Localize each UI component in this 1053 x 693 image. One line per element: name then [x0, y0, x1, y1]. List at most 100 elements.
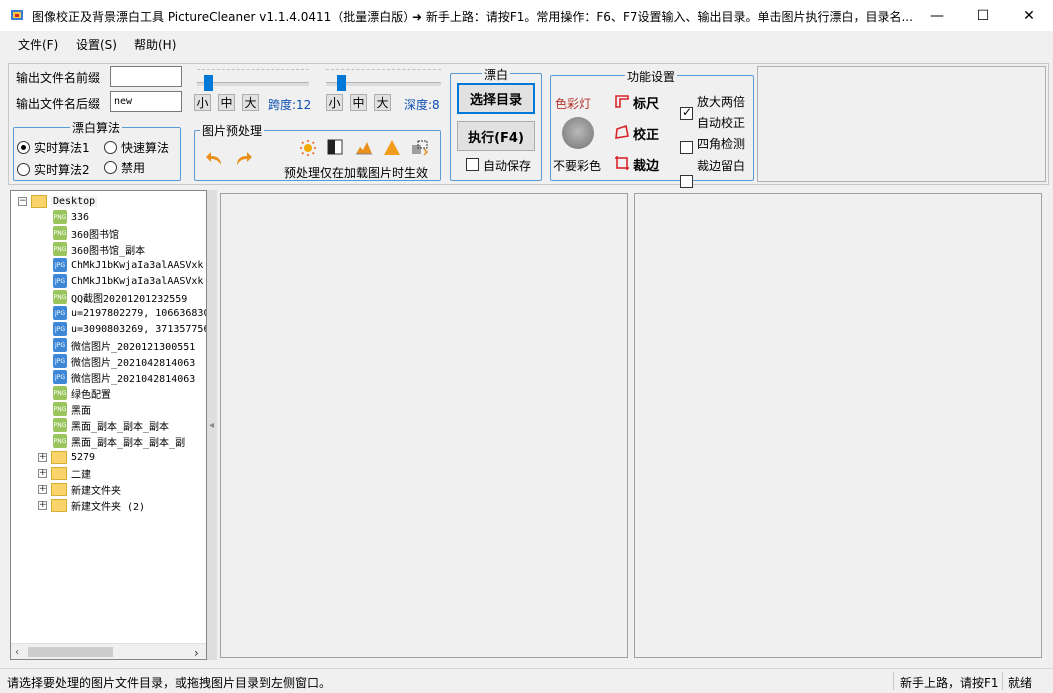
expand-icon[interactable]: + [38, 484, 47, 494]
functions-title: 功能设置 [625, 68, 678, 85]
tree-file-item[interactable]: JPG ChMkJ1bKwjaIa3alAASVxk [53, 273, 203, 289]
tree-file-item[interactable]: JPG u=3090803269, 371357756 [53, 321, 206, 337]
tree-folder-item[interactable]: + 二建 [38, 465, 91, 481]
radio-algo2-dot[interactable] [17, 163, 30, 176]
splitter-arrow-icon[interactable]: ◂ [209, 420, 214, 431]
tree-file-item[interactable]: PNG 336 [53, 209, 89, 225]
tree-file-item[interactable]: JPG 微信图片_2020121300551 [53, 337, 195, 353]
title-tip: ➜ 新手上路：请按F1。常用操作：F6、F7设置输入、输出目录。单击图片执行漂白… [412, 10, 913, 24]
span-small-button[interactable]: 小 [194, 94, 211, 111]
span-medium-button[interactable]: 中 [218, 94, 235, 111]
zoom-2x-checkbox[interactable] [680, 105, 693, 120]
result-image-panel[interactable] [634, 193, 1042, 658]
tree-file-item[interactable]: JPG 微信图片_2021042814063 [53, 353, 195, 369]
menu-settings[interactable]: 设置(S) [76, 36, 117, 53]
auto-correct-checkbox[interactable] [680, 141, 693, 154]
tree-file-item[interactable]: PNG QQ截图20201201232559 [53, 289, 187, 305]
expand-icon[interactable]: + [38, 468, 47, 478]
tree-horizontal-scrollbar[interactable]: ‹ › [11, 643, 206, 660]
radio-fast-label: 快速算法 [121, 141, 170, 155]
tree-file-item[interactable]: JPG u=2197802279, 106636830 [53, 305, 207, 321]
scroll-right-icon[interactable]: › [194, 646, 199, 660]
correct-label: 校正 [633, 128, 660, 143]
preprocess-title: 图片预处理 [200, 122, 265, 139]
span-slider-track[interactable] [197, 82, 309, 86]
tree-file-label: 黑面 [71, 405, 91, 417]
close-button[interactable]: ✕ [1006, 0, 1052, 31]
ruler-tool[interactable]: 标尺 [614, 93, 659, 112]
status-divider-2 [1002, 672, 1003, 690]
jpg-file-icon: JPG [53, 306, 67, 320]
tree-file-label: 360图书馆 [71, 229, 120, 241]
radio-fast[interactable]: 快速算法 [104, 139, 169, 156]
color-lamp-icon[interactable] [561, 116, 595, 153]
scroll-left-icon[interactable]: ‹ [15, 647, 19, 658]
expand-icon[interactable]: + [38, 452, 47, 462]
png-file-icon: PNG [53, 418, 67, 432]
tree-file-item[interactable]: PNG 360图书馆_副本 [53, 241, 145, 257]
tree-file-item[interactable]: PNG 黑面_副本_副本_副本 [53, 417, 169, 433]
contrast-icon[interactable] [327, 139, 343, 158]
depth-slider-thumb[interactable] [337, 75, 346, 91]
radio-algo2[interactable]: 实时算法2 [17, 161, 90, 178]
autosave-checkbox[interactable] [466, 158, 479, 171]
jpg-file-icon: JPG [53, 322, 67, 336]
depth-ticks [326, 69, 441, 72]
tree-root[interactable]: − Desktop [18, 193, 98, 209]
tree-folder-item[interactable]: + 新建文件夹 [38, 481, 121, 497]
depth-large-button[interactable]: 大 [374, 94, 391, 111]
tree-file-item[interactable]: PNG 360图书馆 [53, 225, 119, 241]
radio-disable[interactable]: 禁用 [104, 159, 145, 176]
correct-tool[interactable]: 校正 [614, 124, 659, 143]
menu-file[interactable]: 文件(F) [18, 36, 58, 53]
radio-fast-dot[interactable] [104, 141, 117, 154]
scroll-thumb[interactable] [28, 647, 113, 657]
tree-file-item[interactable]: PNG 绿色配置 [53, 385, 111, 401]
span-slider-thumb[interactable] [204, 75, 213, 91]
tree-file-label: 黑面_副本_副本_副本 [71, 421, 170, 433]
tree-folder-label: 新建文件夹 (2) [71, 501, 146, 513]
tree-file-label: ChMkJ1bKwjaIa3alAASVxk [71, 275, 204, 287]
tree-file-item[interactable]: JPG ChMkJ1bKwjaIa3alAASVxk [53, 257, 203, 273]
crop-margin-label: 裁边留白 [697, 159, 746, 173]
tree-file-label: QQ截图20201201232559 [71, 293, 188, 305]
folder-icon [31, 194, 47, 208]
bleach-title: 漂白 [482, 66, 511, 83]
sharpen-icon[interactable] [383, 139, 401, 159]
levels-icon[interactable] [355, 139, 373, 158]
collapse-icon[interactable]: − [18, 196, 27, 206]
prefix-input[interactable] [110, 66, 182, 87]
original-image-panel[interactable] [220, 193, 628, 658]
panel-splitter[interactable]: ◂ [207, 190, 217, 660]
radio-algo2-label: 实时算法2 [34, 163, 90, 177]
transform-icon[interactable] [411, 139, 429, 159]
depth-small-button[interactable]: 小 [326, 94, 343, 111]
span-large-button[interactable]: 大 [242, 94, 259, 111]
expand-icon[interactable]: + [38, 500, 47, 510]
tree-folder-item[interactable]: + 新建文件夹 (2) [38, 497, 145, 513]
tree-file-item[interactable]: PNG 黑面_副本_副本_副本_副 [53, 433, 185, 449]
depth-medium-button[interactable]: 中 [350, 94, 367, 111]
radio-disable-label: 禁用 [121, 161, 146, 175]
tree-file-label: u=2197802279, 106636830 [71, 307, 207, 319]
menu-help[interactable]: 帮助(H) [134, 36, 176, 53]
redo-icon[interactable] [233, 150, 253, 171]
radio-algo1-dot[interactable] [17, 141, 30, 154]
undo-icon[interactable] [205, 150, 225, 171]
minimize-button[interactable]: — [914, 0, 960, 31]
crop-label: 裁边 [633, 159, 660, 174]
crop-tool[interactable]: 裁边 [614, 155, 659, 174]
status-bar: 请选择要处理的图片文件目录，或拖拽图片目录到左侧窗口。 新手上路，请按F1 就绪 [0, 668, 1053, 693]
suffix-input[interactable] [110, 91, 182, 112]
tree-file-item[interactable]: JPG 微信图片_2021042814063 [53, 369, 195, 385]
select-directory-button[interactable]: 选择目录 [457, 83, 535, 114]
radio-algo1[interactable]: 实时算法1 [17, 139, 90, 156]
tree-file-item[interactable]: PNG 黑面 [53, 401, 91, 417]
brightness-icon[interactable] [299, 139, 317, 160]
tree-folder-item[interactable]: +5279 [38, 449, 95, 465]
radio-disable-dot[interactable] [104, 161, 117, 174]
corner-detect-checkbox[interactable] [680, 175, 693, 188]
maximize-button[interactable]: ☐ [960, 0, 1006, 31]
file-tree[interactable]: − Desktop PNG 336 PNG 360图书馆 PNG 360图书馆_副本 JPG… [10, 190, 207, 660]
execute-button[interactable]: 执行(F4) [457, 121, 535, 151]
